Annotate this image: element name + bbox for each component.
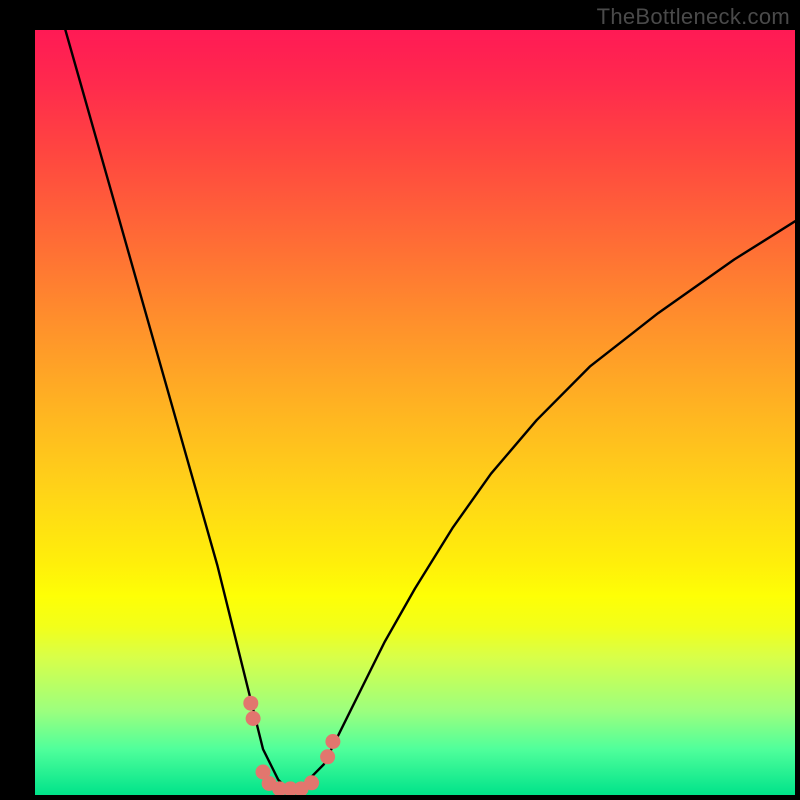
chart-frame: TheBottleneck.com <box>0 0 800 800</box>
highlight-dot <box>243 696 258 711</box>
highlight-dot <box>320 749 335 764</box>
highlight-dot <box>246 711 261 726</box>
marker-layer <box>35 30 795 795</box>
highlight-dot <box>325 734 340 749</box>
watermark-text: TheBottleneck.com <box>597 4 790 30</box>
highlight-dot <box>304 775 319 790</box>
plot-area <box>35 30 795 795</box>
highlight-dots <box>243 696 340 795</box>
